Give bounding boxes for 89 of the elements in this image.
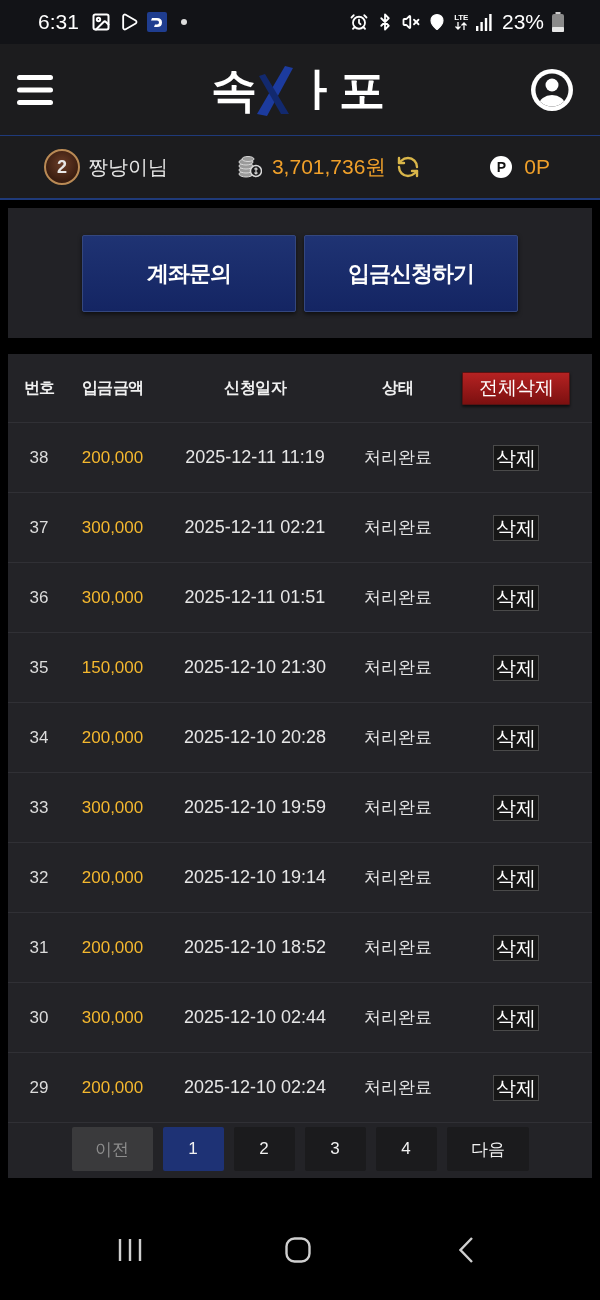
column-header: 상태 xyxy=(382,377,413,398)
date-cell: 2025-12-10 02:24 xyxy=(183,1077,327,1098)
table-cell: 31 xyxy=(29,937,49,958)
delete-button[interactable]: 삭제 xyxy=(493,794,539,821)
column-header: 신청일자 xyxy=(224,377,286,398)
back-icon[interactable] xyxy=(459,1237,473,1263)
status-cell-text: 처리완료 xyxy=(363,1007,432,1029)
status-cell-text: 처리완료 xyxy=(363,937,432,959)
status-cell-text: 처리완료 xyxy=(363,657,432,679)
signal-icon xyxy=(475,13,492,31)
amount-cell: 200,000 xyxy=(81,937,144,958)
network-label: LTE xyxy=(454,14,468,22)
amount-cell: 200,000 xyxy=(81,447,144,468)
action-button[interactable]: 입금신청하기 xyxy=(304,235,518,312)
date-cell: 2025-12-11 11:19 xyxy=(185,447,325,468)
amount-cell: 150,000 xyxy=(81,657,144,678)
logo-x-icon xyxy=(255,63,295,116)
status-cell-text: 처리완료 xyxy=(363,797,432,819)
table-cell: 29 xyxy=(29,1077,49,1098)
date-cell: 2025-12-10 02:44 xyxy=(183,1007,327,1028)
alarm-icon xyxy=(350,13,369,31)
status-cell-text: 처리완료 xyxy=(363,1077,432,1099)
table-cell: 35 xyxy=(29,657,49,678)
table-cell: 36 xyxy=(29,587,49,608)
table-cell: 32 xyxy=(29,867,49,888)
mute-icon xyxy=(402,13,421,31)
column-header: 입금금액 xyxy=(81,377,144,398)
status-cell-text: 처리완료 xyxy=(363,447,432,469)
coins-icon xyxy=(237,156,262,178)
delete-button[interactable]: 삭제 xyxy=(493,1074,539,1101)
app-icon xyxy=(146,12,167,32)
battery-percent: 23% xyxy=(501,10,544,34)
gallery-icon xyxy=(90,12,111,32)
battery-icon xyxy=(552,12,564,32)
delete-button[interactable]: 삭제 xyxy=(493,724,539,751)
amount-cell: 300,000 xyxy=(81,517,144,538)
balance: 3,701,736원 xyxy=(271,154,387,180)
next-page-button[interactable]: 다음 xyxy=(446,1127,529,1171)
data-arrows-icon xyxy=(455,22,468,30)
delete-button[interactable]: 삭제 xyxy=(493,514,539,541)
date-cell: 2025-12-11 01:51 xyxy=(184,587,326,608)
amount-cell: 200,000 xyxy=(81,727,144,748)
column-header: 번호 xyxy=(23,377,55,398)
delete-button[interactable]: 삭제 xyxy=(493,934,539,961)
page-button[interactable]: 1 xyxy=(162,1127,224,1171)
delete-button[interactable]: 삭제 xyxy=(493,444,539,471)
delete-button[interactable]: 삭제 xyxy=(493,654,539,681)
date-cell: 2025-12-11 02:21 xyxy=(184,517,326,538)
table-cell: 37 xyxy=(29,517,49,538)
date-cell: 2025-12-10 19:14 xyxy=(183,867,327,888)
home-icon[interactable] xyxy=(285,1237,311,1263)
amount-cell: 200,000 xyxy=(81,867,144,888)
page-button[interactable]: 2 xyxy=(233,1127,295,1171)
amount-cell: 300,000 xyxy=(81,797,144,818)
date-cell: 2025-12-10 19:59 xyxy=(183,797,327,818)
username: 짱낭이님 xyxy=(88,154,168,180)
delete-button[interactable]: 삭제 xyxy=(493,1004,539,1031)
refresh-icon[interactable] xyxy=(396,155,421,179)
page-button[interactable]: 4 xyxy=(375,1127,437,1171)
points: 0P xyxy=(524,155,550,179)
logo-text: 속 xyxy=(211,66,255,113)
status-cell-text: 처리완료 xyxy=(363,727,432,749)
table-cell: 38 xyxy=(29,447,49,468)
action-button[interactable]: 계좌문의 xyxy=(82,235,296,312)
level-badge: 2 xyxy=(44,149,80,185)
logo-text: ㅏ포 xyxy=(295,66,383,113)
menu-icon[interactable] xyxy=(17,74,53,105)
recent-apps-icon[interactable] xyxy=(118,1238,142,1262)
table-cell: 33 xyxy=(29,797,49,818)
date-cell: 2025-12-10 21:30 xyxy=(183,657,327,678)
date-cell: 2025-12-10 18:52 xyxy=(183,937,327,958)
status-cell-text: 처리완료 xyxy=(363,587,432,609)
page-button[interactable]: 3 xyxy=(304,1127,366,1171)
amount-cell: 200,000 xyxy=(81,1077,144,1098)
amount-cell: 300,000 xyxy=(81,587,144,608)
points-badge: P xyxy=(490,156,513,178)
date-cell: 2025-12-10 20:28 xyxy=(183,727,327,748)
delete-button[interactable]: 삭제 xyxy=(493,864,539,891)
amount-cell: 300,000 xyxy=(81,1007,144,1028)
delete-all-button[interactable]: 전체삭제 xyxy=(462,371,570,405)
table-cell: 34 xyxy=(29,727,49,748)
location-icon xyxy=(428,13,447,31)
profile-icon[interactable] xyxy=(531,68,573,111)
status-cell-text: 처리완료 xyxy=(363,517,432,539)
delete-button[interactable]: 삭제 xyxy=(493,584,539,611)
status-cell-text: 처리완료 xyxy=(363,867,432,889)
notification-dot-icon xyxy=(180,19,187,25)
status-time: 6:31 xyxy=(38,10,79,34)
table-cell: 30 xyxy=(29,1007,49,1028)
